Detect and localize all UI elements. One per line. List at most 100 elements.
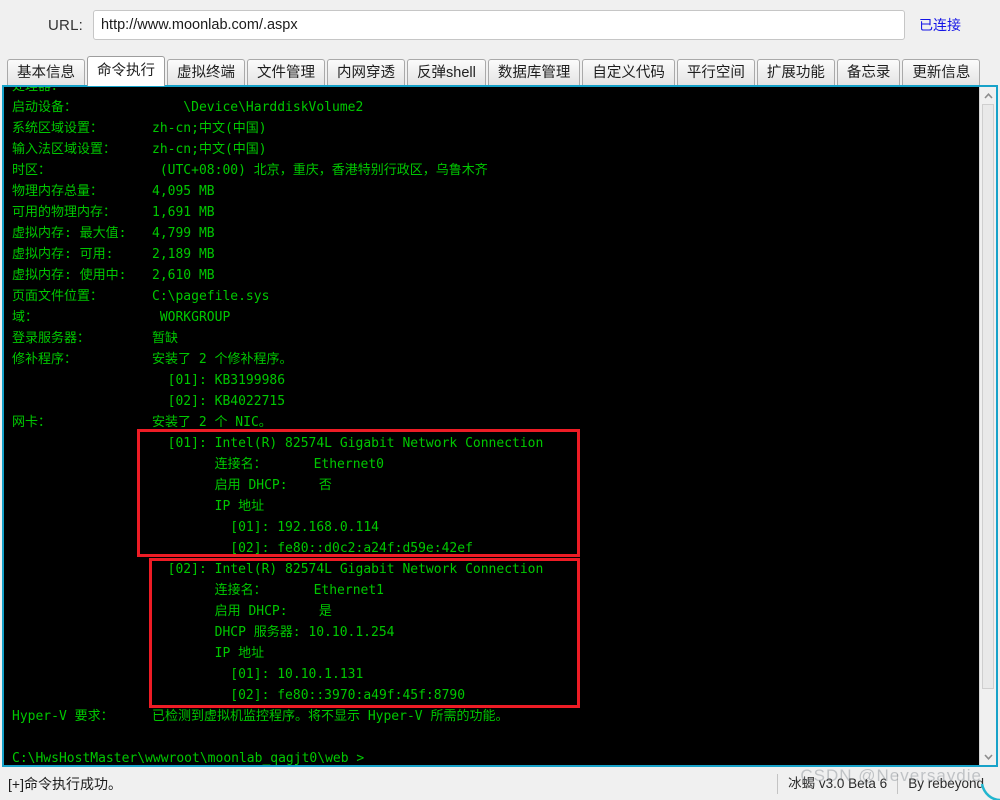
terminal-line: 启动设备： \Device\HarddiskVolume2 xyxy=(4,97,966,118)
terminal-line-label: 修补程序： xyxy=(12,352,78,367)
tab-command-exec[interactable]: 命令执行 xyxy=(87,56,165,86)
terminal-line-value: \Device\HarddiskVolume2 xyxy=(152,100,364,115)
scroll-up-button[interactable] xyxy=(980,87,996,104)
terminal-line-value: [02]: Intel(R) 82574L Gigabit Network Co… xyxy=(152,562,544,577)
tab-extensions[interactable]: 扩展功能 xyxy=(756,59,835,86)
terminal-line-value: [02]: fe80::d0c2:a24f:d59e:42ef xyxy=(152,541,473,556)
terminal-line: [01]: 10.10.1.131 xyxy=(4,664,966,685)
terminal-line-value: 连接名： Ethernet0 xyxy=(152,457,385,472)
connection-status: 已连接 xyxy=(918,17,961,33)
terminal-line-value xyxy=(152,87,966,97)
tab-parallel-space[interactable]: 平行空间 xyxy=(676,59,755,86)
terminal-line-value: 启用 DHCP: 否 xyxy=(152,478,332,493)
terminal-line-label: 处理器： xyxy=(12,87,152,97)
terminal-output[interactable]: 处理器： 启动设备： \Device\HarddiskVolume2 系统区域设… xyxy=(4,87,966,765)
terminal-line-value: C:\pagefile.sys xyxy=(152,289,270,304)
terminal-line: 启用 DHCP: 否 xyxy=(4,475,966,496)
tab-basic-info[interactable]: 基本信息 xyxy=(7,59,85,86)
url-input[interactable] xyxy=(92,10,905,40)
terminal-line-value: 4,799 MB xyxy=(152,226,215,241)
terminal-line: [01]: KB3199986 xyxy=(4,370,966,391)
terminal-line-value: 4,095 MB xyxy=(152,184,215,199)
terminal-line-label: Hyper-V 要求： xyxy=(12,709,114,724)
terminal-line: 虚拟内存: 可用: 2,189 MB xyxy=(4,244,966,265)
terminal-line-value: [02]: KB4022715 xyxy=(152,394,286,409)
terminal-line-label: 网卡： xyxy=(12,415,52,430)
status-right-group: 冰蝎 v3.0 Beta 6 By rebeyond xyxy=(777,773,1000,795)
terminal-line-label xyxy=(12,601,152,622)
terminal-line: 域： WORKGROUP xyxy=(4,307,966,328)
chevron-up-icon xyxy=(983,92,993,99)
terminal-line-label xyxy=(12,475,152,496)
tab-file-manager[interactable]: 文件管理 xyxy=(247,59,325,86)
terminal-line: 输入法区域设置： zh-cn;中文(中国) xyxy=(4,139,966,160)
terminal-line: 可用的物理内存： 1,691 MB xyxy=(4,202,966,223)
terminal-line-label xyxy=(12,664,152,685)
app-window: URL: 已连接 基本信息 命令执行 虚拟终端 文件管理 内网穿透 反弹shel… xyxy=(0,0,1000,800)
terminal-line-label xyxy=(12,580,152,601)
terminal-line-label: 虚拟内存: 使用中: xyxy=(12,268,127,283)
terminal-line: [02]: Intel(R) 82574L Gigabit Network Co… xyxy=(4,559,966,580)
url-bar: URL: 已连接 xyxy=(0,0,1000,50)
terminal-line: IP 地址 xyxy=(4,496,966,517)
scroll-down-button[interactable] xyxy=(980,748,996,765)
terminal-line-value: [01]: 192.168.0.114 xyxy=(152,520,379,535)
terminal-line-value: IP 地址 xyxy=(152,646,265,661)
terminal-line-value xyxy=(12,727,966,748)
terminal-line-hyperv: Hyper-V 要求： 已检测到虚拟机监控程序。将不显示 Hyper-V 所需的… xyxy=(4,706,966,727)
terminal-line: IP 地址 xyxy=(4,643,966,664)
terminal-line-label: 域： xyxy=(12,310,39,325)
author-label: By rebeyond xyxy=(897,773,1000,794)
terminal-line-label: 虚拟内存: 最大值: xyxy=(12,226,127,241)
terminal-panel: 处理器： 启动设备： \Device\HarddiskVolume2 系统区域设… xyxy=(2,85,998,767)
scroll-thumb[interactable] xyxy=(982,104,994,689)
terminal-line-value: (UTC+08:00) 北京，重庆，香港特别行政区，乌鲁木齐 xyxy=(152,163,488,178)
terminal-line-value: IP 地址 xyxy=(152,499,265,514)
terminal-line-label: 页面文件位置： xyxy=(12,289,104,304)
terminal-prompt-line: C:\HwsHostMaster\wwwroot\moonlab_qagjt0\… xyxy=(4,748,966,765)
tab-bar: 基本信息 命令执行 虚拟终端 文件管理 内网穿透 反弹shell 数据库管理 自… xyxy=(0,50,1000,86)
terminal-line-label xyxy=(12,370,152,391)
terminal-line-label xyxy=(12,643,152,664)
terminal-line-value: zh-cn;中文(中国) xyxy=(152,121,267,136)
terminal-line-value: 暂缺 xyxy=(152,331,179,346)
terminal-line-label: 系统区域设置： xyxy=(12,121,104,136)
terminal-line-label xyxy=(12,538,152,559)
terminal-line-value: 连接名： Ethernet1 xyxy=(152,583,385,598)
tab-virtual-terminal[interactable]: 虚拟终端 xyxy=(167,59,245,86)
terminal-line-label: 时区： xyxy=(12,163,52,178)
terminal-line: 处理器： xyxy=(4,87,966,97)
terminal-line-value: DHCP 服务器: 10.10.1.254 xyxy=(152,625,395,640)
terminal-lines: 处理器： 启动设备： \Device\HarddiskVolume2 系统区域设… xyxy=(4,87,966,765)
chevron-down-icon xyxy=(983,753,993,760)
terminal-line-label: 输入法区域设置： xyxy=(12,142,117,157)
terminal-line: 连接名： Ethernet1 xyxy=(4,580,966,601)
terminal-line-label xyxy=(12,559,152,580)
terminal-line: [02]: fe80::3970:a49f:45f:8790 xyxy=(4,685,966,706)
terminal-line-label xyxy=(12,391,152,412)
tab-custom-code[interactable]: 自定义代码 xyxy=(582,59,675,86)
terminal-line: 物理内存总量： 4,095 MB xyxy=(4,181,966,202)
terminal-line: DHCP 服务器: 10.10.1.254 xyxy=(4,622,966,643)
terminal-line-value: [01]: KB3199986 xyxy=(152,373,286,388)
tab-reverse-shell[interactable]: 反弹shell xyxy=(407,59,486,86)
terminal-line: [02]: fe80::d0c2:a24f:d59e:42ef xyxy=(4,538,966,559)
terminal-line-value: 安装了 2 个 NIC。 xyxy=(152,415,272,430)
terminal-line: 修补程序： 安装了 2 个修补程序。 xyxy=(4,349,966,370)
terminal-line: 时区： (UTC+08:00) 北京，重庆，香港特别行政区，乌鲁木齐 xyxy=(4,160,966,181)
scroll-track[interactable] xyxy=(980,104,996,748)
terminal-line-value: 2,189 MB xyxy=(152,247,215,262)
terminal-line: 虚拟内存: 最大值: 4,799 MB xyxy=(4,223,966,244)
tab-database-manager[interactable]: 数据库管理 xyxy=(487,59,581,86)
terminal-line: 登录服务器： 暂缺 xyxy=(4,328,966,349)
terminal-line: [02]: KB4022715 xyxy=(4,391,966,412)
terminal-line-label xyxy=(12,454,152,475)
terminal-line: [01]: Intel(R) 82574L Gigabit Network Co… xyxy=(4,433,966,454)
tab-intranet-tunnel[interactable]: 内网穿透 xyxy=(327,59,405,86)
terminal-line-label xyxy=(12,517,152,538)
terminal-scrollbar[interactable] xyxy=(979,87,996,765)
terminal-line-label: 启动设备： xyxy=(12,100,78,115)
tab-update-info[interactable]: 更新信息 xyxy=(902,59,981,86)
tab-notes[interactable]: 备忘录 xyxy=(836,59,901,86)
terminal-line-value: 2,610 MB xyxy=(152,268,215,283)
